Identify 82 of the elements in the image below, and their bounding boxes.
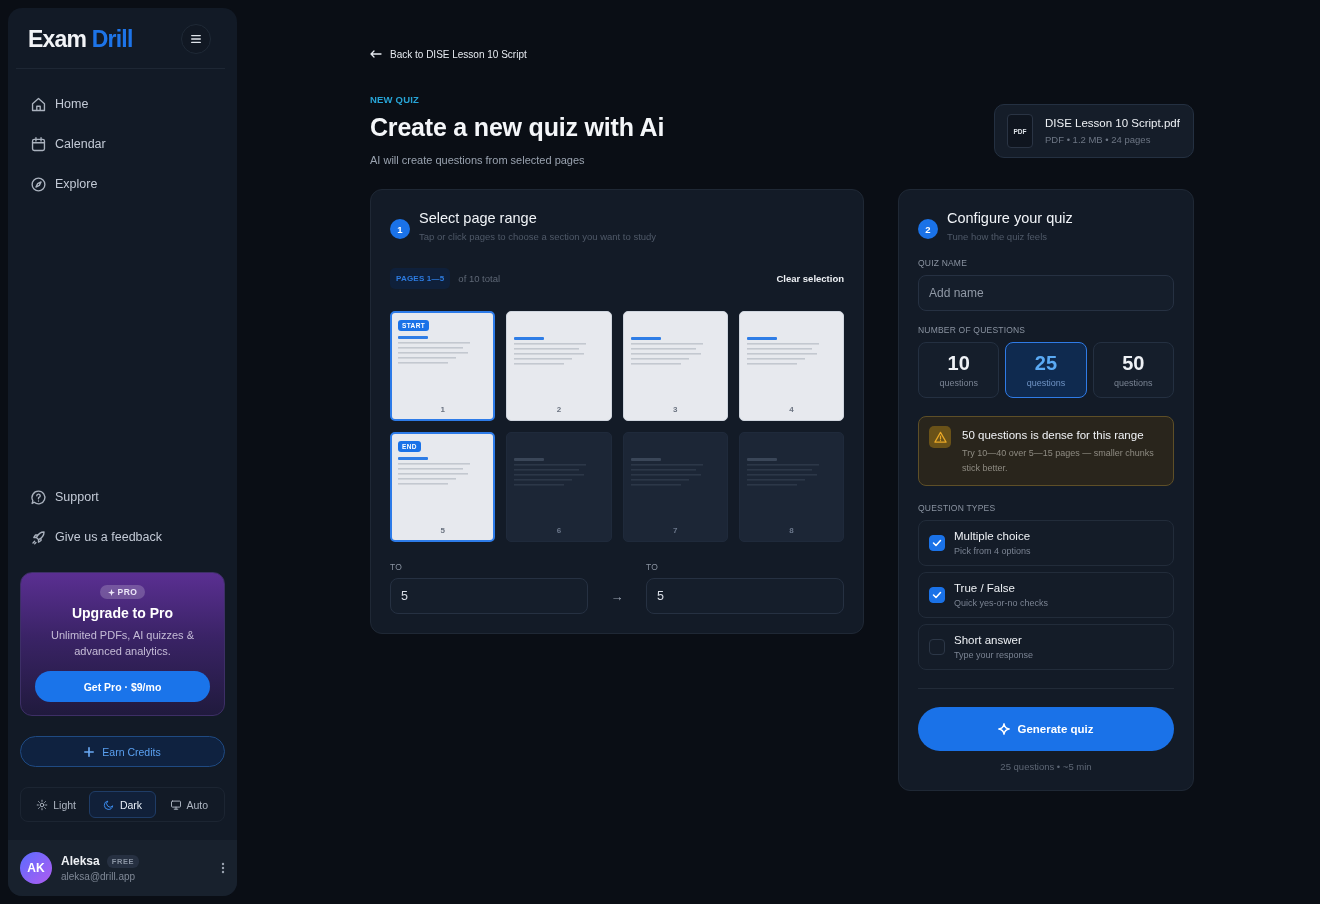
- question-type-option[interactable]: Multiple choice Pick from 4 options: [918, 520, 1174, 566]
- get-pro-button[interactable]: Get Pro · $9/mo: [35, 671, 210, 702]
- clear-selection-button[interactable]: Clear selection: [776, 273, 844, 284]
- user-name: Aleksa: [61, 854, 100, 868]
- rocket-icon: [30, 528, 47, 546]
- panel-title: Configure your quiz: [947, 210, 1073, 226]
- warning-title: 50 questions is dense for this range: [962, 429, 1145, 441]
- user-avatar: AK: [20, 852, 52, 884]
- text-lines-drawing: [398, 336, 470, 364]
- user-email: aleksa@drill.app: [61, 871, 137, 882]
- field-label: QUESTION TYPES: [918, 503, 997, 513]
- page-to-field[interactable]: 5: [646, 578, 844, 614]
- theme-option[interactable]: Auto: [155, 791, 222, 818]
- check-icon: [932, 590, 942, 600]
- question-type-option[interactable]: True / False Quick yes-or-no checks: [918, 572, 1174, 618]
- page-thumbnail[interactable]: 3: [622, 311, 728, 421]
- field-label: TO: [390, 562, 404, 572]
- back-arrow-icon: [370, 50, 382, 58]
- help-icon: [30, 488, 47, 506]
- checkbox[interactable]: [929, 535, 945, 551]
- compass-icon: [30, 175, 47, 193]
- plus-icon: [84, 746, 95, 757]
- option-hint: Pick from 4 options: [954, 546, 1031, 556]
- question-count-option[interactable]: 25 questions: [1005, 342, 1087, 398]
- back-link[interactable]: Back to DISE Lesson 10 Script: [370, 44, 527, 64]
- pro-badge: PRO: [99, 585, 146, 599]
- app-logo: Exam Drill: [28, 25, 133, 53]
- option-hint: Quick yes-or-no checks: [954, 598, 1049, 608]
- sun-icon: [36, 798, 49, 811]
- checkbox[interactable]: [929, 639, 945, 655]
- earn-credits-button[interactable]: Earn Credits: [20, 736, 225, 767]
- calendar-icon: [30, 135, 47, 153]
- arrow-icon: →: [606, 578, 628, 614]
- menu-button[interactable]: [181, 24, 211, 54]
- check-icon: [932, 538, 942, 548]
- page-from-field[interactable]: 5: [390, 578, 588, 614]
- option-title: True / False: [954, 582, 1016, 594]
- question-type-option[interactable]: Short answer Type your response: [918, 624, 1174, 670]
- page-title: Create a new quiz with Ai: [370, 113, 665, 142]
- theme-option[interactable]: Dark: [89, 791, 156, 818]
- warning-text: Try 10—40 over 5—15 pages — smaller chunks stick better.: [962, 447, 1155, 475]
- nav-item[interactable]: Give us a feedback: [30, 518, 162, 556]
- monitor-icon: [169, 798, 182, 811]
- option-title: Multiple choice: [954, 530, 1031, 542]
- question-count-option[interactable]: 50 questions: [1092, 342, 1174, 398]
- step-number: 2: [918, 219, 938, 239]
- panel-title: Select page range: [419, 210, 538, 226]
- option-hint: Type your response: [954, 650, 1034, 660]
- nav-item[interactable]: Home: [30, 85, 89, 123]
- page-thumbnail[interactable]: 2: [506, 311, 612, 421]
- generate-summary: 25 questions • ~5 min: [999, 761, 1093, 772]
- upgrade-text: Unlimited PDFs, AI quizzes & advanced analytics.: [49, 628, 196, 659]
- file-name: DISE Lesson 10 Script.pdf: [1045, 117, 1180, 129]
- field-label: NUMBER OF QUESTIONS: [918, 325, 1027, 335]
- generate-quiz-button[interactable]: Generate quiz: [918, 707, 1174, 751]
- menu-icon: [190, 32, 202, 46]
- checkbox[interactable]: [929, 587, 945, 603]
- moon-icon: [102, 798, 115, 811]
- home-icon: [30, 95, 47, 113]
- upgrade-title: Upgrade to Pro: [71, 605, 174, 621]
- sparkle-icon: [107, 588, 115, 596]
- sparkle-icon: [998, 723, 1011, 735]
- page-subtitle: AI will create questions from selected pages: [370, 154, 586, 166]
- file-meta: PDF • 1.2 MB • 24 pages: [1045, 134, 1152, 145]
- nav-item[interactable]: Explore: [30, 165, 98, 203]
- range-chip: PAGES 1—5: [390, 268, 451, 289]
- field-label: TO: [646, 562, 660, 572]
- eyebrow-label: NEW QUIZ: [370, 94, 421, 105]
- option-title: Short answer: [954, 634, 1023, 646]
- field-label: QUIZ NAME: [918, 258, 969, 268]
- nav-item[interactable]: Calendar: [30, 125, 106, 163]
- page-total: of 10 total: [458, 273, 502, 284]
- text-lines-drawing: [398, 457, 470, 485]
- step-number: 1: [390, 219, 410, 239]
- theme-option[interactable]: Light: [23, 791, 90, 818]
- quiz-name-field[interactable]: Add name: [918, 275, 1174, 311]
- nav-item[interactable]: Support: [30, 478, 99, 516]
- warning-icon: [929, 426, 951, 448]
- more-button[interactable]: [221, 862, 225, 874]
- question-count-option[interactable]: 10 questions: [918, 342, 1000, 398]
- page-thumbnail[interactable]: 4: [738, 311, 844, 421]
- more-icon: [221, 862, 225, 874]
